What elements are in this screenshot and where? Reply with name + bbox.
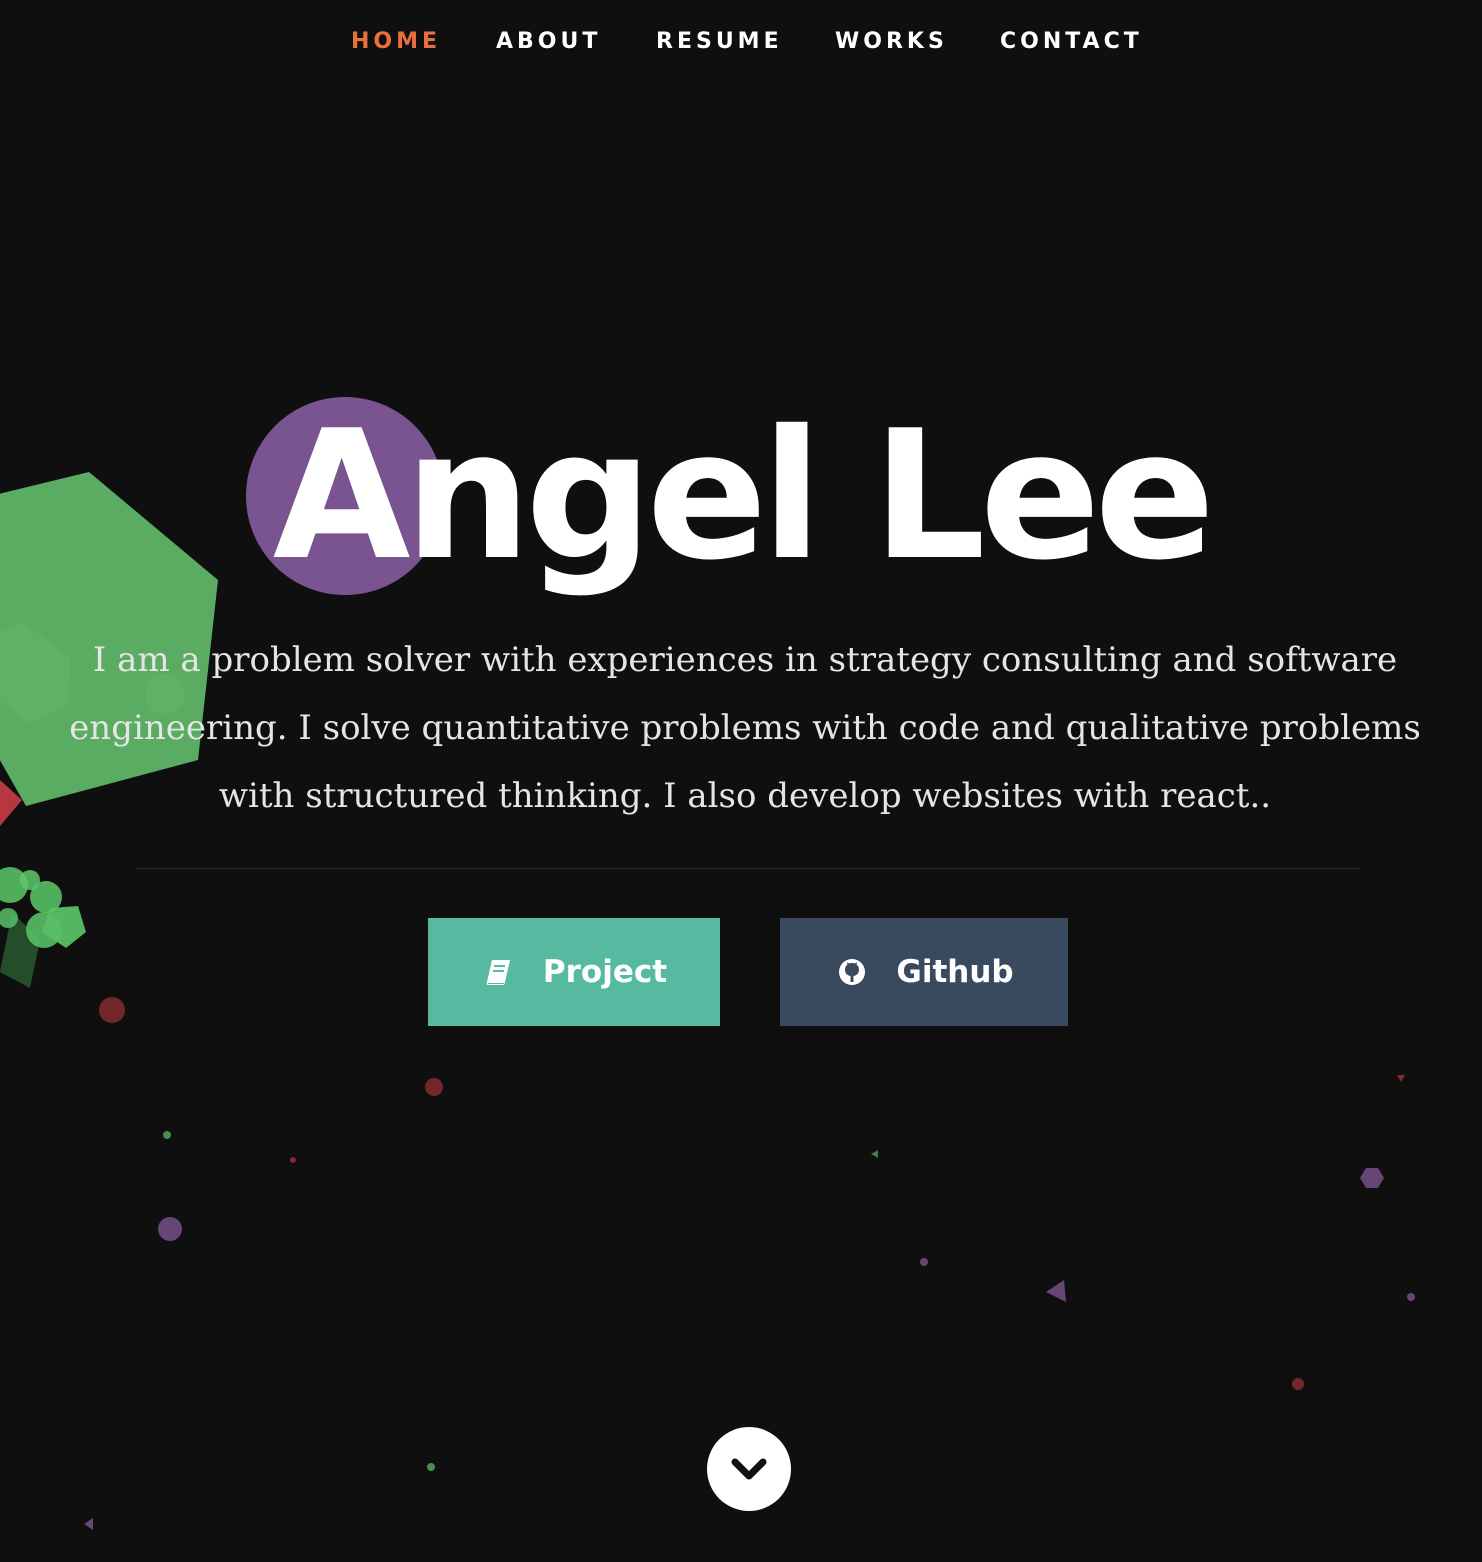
nav-item-works[interactable]: WORKS [835,24,948,60]
green-dot-particle [427,1463,435,1471]
purple-hexagon-particle [1360,1168,1384,1188]
green-circle-particle [26,912,62,948]
red-dot-particle [425,1078,443,1096]
nav-item-about[interactable]: ABOUT [496,24,601,60]
nav-item-contact[interactable]: CONTACT [1000,24,1143,60]
github-button-label: Github [896,954,1014,990]
red-dot-particle [290,1157,296,1163]
purple-dot-particle [1407,1293,1415,1301]
project-button-label: Project [542,954,668,990]
purple-dot-particle [920,1258,928,1266]
red-triangle-particle [1397,1075,1405,1082]
purple-triangle-particle [84,1518,93,1530]
red-dot-particle [1292,1378,1304,1390]
project-button[interactable]: Project [428,918,720,1026]
purple-dot-particle [158,1217,182,1241]
green-dot-particle [163,1131,171,1139]
green-triangle-particle [871,1150,878,1158]
book-icon [481,954,517,990]
github-button[interactable]: Github [780,918,1068,1026]
red-dot-particle [99,997,125,1023]
github-icon [834,954,870,990]
divider [136,868,1360,869]
nav-item-home[interactable]: HOME [351,24,441,60]
hero-description: I am a problem solver with experiences i… [69,640,1421,816]
chevron-down-icon [731,1458,767,1480]
purple-triangle-particle [1046,1280,1066,1302]
hero-title: Angel Lee [272,392,1215,599]
scroll-down-button[interactable] [707,1427,791,1511]
top-navigation: HOME ABOUT RESUME WORKS CONTACT [0,24,1482,60]
nav-item-resume[interactable]: RESUME [656,24,783,60]
